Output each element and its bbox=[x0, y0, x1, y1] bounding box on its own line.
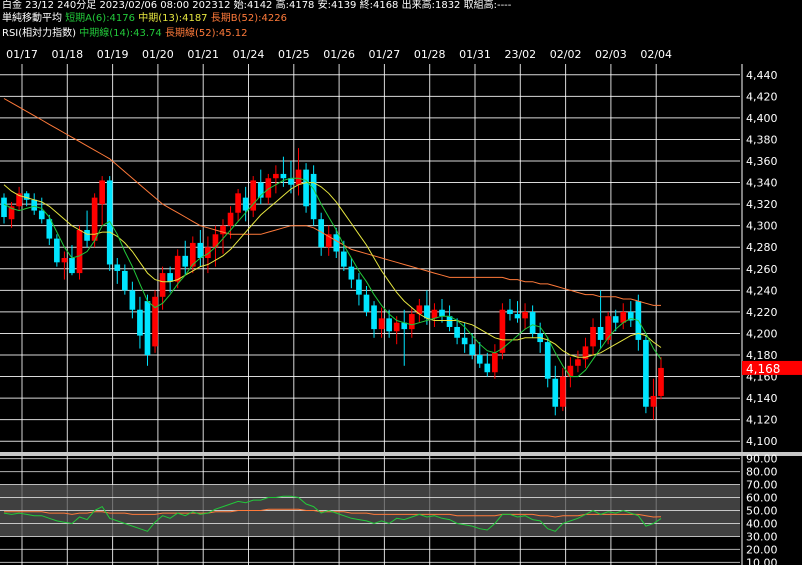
candle-body bbox=[144, 301, 151, 355]
candle-body bbox=[567, 365, 574, 377]
last-price-label: 4,168 bbox=[746, 362, 780, 376]
candle-body bbox=[371, 305, 377, 330]
candle-body bbox=[31, 199, 38, 211]
candle-body bbox=[514, 314, 521, 319]
rsi-tick-label: 60.00 bbox=[746, 492, 778, 505]
price-tick-label: 4,280 bbox=[746, 241, 778, 254]
candle-body bbox=[454, 326, 460, 338]
candle-body bbox=[559, 376, 566, 407]
price-tick-label: 4,260 bbox=[746, 263, 778, 276]
candle-body bbox=[1, 197, 7, 218]
candle-body bbox=[333, 234, 340, 252]
candle-body bbox=[84, 229, 90, 241]
candle-body bbox=[575, 359, 581, 366]
price-tick-label: 4,340 bbox=[746, 177, 778, 190]
candle-body bbox=[356, 279, 362, 295]
price-tick-label: 4,380 bbox=[746, 133, 778, 146]
price-tick-label: 4,320 bbox=[746, 198, 778, 211]
candle-body bbox=[522, 311, 528, 319]
candle-body bbox=[484, 363, 491, 373]
candle-body bbox=[174, 255, 181, 282]
rsi-tick-label: 30.00 bbox=[746, 530, 778, 543]
rsi-tick-label: 10.00 bbox=[746, 556, 778, 565]
candle-body bbox=[476, 355, 483, 364]
rsi-tick-label: 70.00 bbox=[746, 479, 778, 492]
candle-body bbox=[507, 309, 513, 315]
rsi-tick-label: 50.00 bbox=[746, 505, 778, 518]
candle-body bbox=[424, 305, 430, 319]
candle-body bbox=[544, 342, 551, 379]
candle-body bbox=[99, 180, 106, 205]
candle-body bbox=[650, 395, 657, 407]
candle-body bbox=[469, 344, 476, 355]
price-tick-label: 4,180 bbox=[746, 349, 778, 362]
candle-body bbox=[54, 238, 60, 263]
candle-body bbox=[552, 378, 559, 407]
panel-divider bbox=[0, 452, 802, 456]
candle-body bbox=[431, 309, 438, 319]
candle-body bbox=[643, 339, 649, 407]
candle-body bbox=[197, 242, 204, 258]
price-tick-label: 4,220 bbox=[746, 306, 778, 319]
candle-body bbox=[590, 326, 596, 347]
candle-body bbox=[386, 318, 392, 332]
price-tick-label: 4,400 bbox=[746, 112, 778, 125]
price-tick-label: 4,440 bbox=[746, 69, 778, 82]
candle-body bbox=[363, 294, 370, 312]
candle-body bbox=[227, 212, 234, 226]
candle-body bbox=[46, 219, 53, 239]
price-tick-label: 4,240 bbox=[746, 284, 778, 297]
price-tick-label: 4,200 bbox=[746, 327, 778, 340]
candle-body bbox=[167, 273, 173, 282]
candle-body bbox=[235, 193, 241, 213]
candle-body bbox=[76, 229, 83, 274]
candle-body bbox=[612, 316, 619, 323]
price-tick-label: 4,140 bbox=[746, 392, 778, 405]
price-tick-label: 4,300 bbox=[746, 220, 778, 233]
candle-body bbox=[114, 264, 121, 271]
price-tick-label: 4,420 bbox=[746, 90, 778, 103]
candle-body bbox=[340, 251, 347, 267]
candle-body bbox=[461, 337, 468, 345]
candle-body bbox=[182, 255, 189, 267]
candle-body bbox=[69, 258, 75, 274]
candle-body bbox=[658, 367, 664, 396]
candle-body bbox=[492, 352, 498, 373]
candle-body bbox=[61, 258, 68, 263]
price-tick-label: 4,120 bbox=[746, 414, 778, 427]
candle-body bbox=[439, 309, 445, 317]
rsi-tick-label: 40.00 bbox=[746, 517, 778, 530]
candle-body bbox=[242, 197, 249, 211]
candle-body bbox=[303, 169, 309, 207]
rsi-tick-label: 90.00 bbox=[746, 453, 778, 466]
price-tick-label: 4,360 bbox=[746, 155, 778, 168]
candle-body bbox=[273, 173, 279, 179]
candle-body bbox=[378, 318, 385, 330]
candle-body bbox=[597, 326, 604, 340]
candle-body bbox=[348, 266, 355, 280]
candle-body bbox=[408, 314, 415, 330]
candle-body bbox=[393, 322, 400, 332]
price-chart[interactable]: 4,440 4,420 4,400 4,380 4,360 4,340 4,320 4,300… bbox=[0, 0, 802, 565]
candle-body bbox=[529, 311, 536, 334]
candle-body bbox=[295, 169, 302, 185]
candle-body bbox=[605, 316, 611, 340]
candle-body bbox=[121, 270, 128, 291]
candle-body bbox=[137, 309, 143, 336]
candle-body bbox=[152, 296, 158, 347]
candle-body bbox=[129, 290, 136, 310]
candle-body bbox=[159, 273, 166, 297]
candle-body bbox=[280, 173, 287, 179]
candle-body bbox=[38, 210, 45, 220]
rsi-tick-label: 80.00 bbox=[746, 466, 778, 479]
candle-body bbox=[310, 173, 317, 220]
rsi-tick-label: 20.00 bbox=[746, 543, 778, 556]
price-tick-label: 4,100 bbox=[746, 435, 778, 448]
